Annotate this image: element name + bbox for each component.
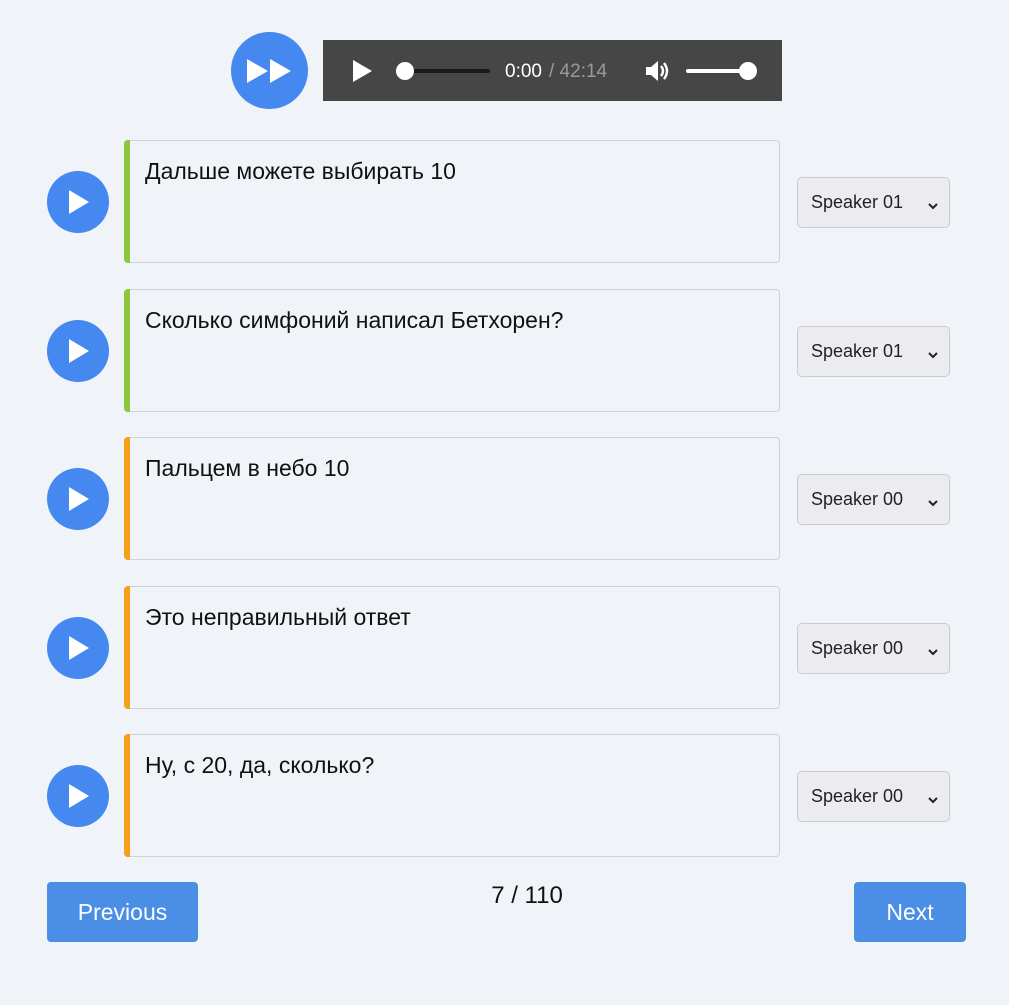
segment-play-button[interactable] xyxy=(47,320,109,382)
segment-text[interactable]: Это неправильный ответ xyxy=(145,604,411,631)
play-icon xyxy=(69,190,89,214)
segment-text-box[interactable]: Сколько симфоний написал Бетхорен? xyxy=(124,289,780,412)
segment-play-button[interactable] xyxy=(47,765,109,827)
speaker-accent-bar xyxy=(124,140,130,263)
speaker-select[interactable]: Speaker 00 xyxy=(797,474,950,525)
segment-text-box[interactable]: Пальцем в небо 10 xyxy=(124,437,780,560)
fast-forward-icon xyxy=(246,58,291,83)
speaker-accent-bar xyxy=(124,437,130,560)
progress-track[interactable] xyxy=(406,69,490,73)
speaker-select-value: Speaker 00 xyxy=(811,638,904,658)
next-button[interactable]: Next xyxy=(854,882,966,942)
speaker-select[interactable]: Speaker 01 xyxy=(797,177,950,228)
volume-knob[interactable] xyxy=(739,62,757,80)
page-indicator: 7 / 110 xyxy=(491,882,563,909)
total-time: / 42:14 xyxy=(549,61,608,82)
speaker-accent-bar xyxy=(124,586,130,709)
current-time: 0:00 xyxy=(505,61,542,82)
progress-knob[interactable] xyxy=(396,62,414,80)
segment-text[interactable]: Ну, с 20, да, сколько? xyxy=(145,752,374,779)
chevron-down-icon xyxy=(927,642,939,663)
speaker-select[interactable]: Speaker 01 xyxy=(797,326,950,377)
play-icon xyxy=(69,339,89,363)
segment-play-button[interactable] xyxy=(47,468,109,530)
chevron-down-icon xyxy=(927,196,939,217)
previous-button[interactable]: Previous xyxy=(47,882,198,942)
speaker-select[interactable]: Speaker 00 xyxy=(797,771,950,822)
speaker-select-value: Speaker 00 xyxy=(811,786,904,806)
speaker-select-value: Speaker 01 xyxy=(811,192,904,212)
play-icon xyxy=(69,487,89,511)
speaker-accent-bar xyxy=(124,289,130,412)
play-icon xyxy=(69,636,89,660)
segment-text[interactable]: Дальше можете выбирать 10 xyxy=(145,158,456,185)
segment-text-box[interactable]: Это неправильный ответ xyxy=(124,586,780,709)
segment-text[interactable]: Пальцем в небо 10 xyxy=(145,455,349,482)
segment-text[interactable]: Сколько симфоний написал Бетхорен? xyxy=(145,307,563,334)
segment-play-button[interactable] xyxy=(47,171,109,233)
audio-player: 0:00 / 42:14 xyxy=(323,40,782,101)
speaker-select-value: Speaker 00 xyxy=(811,489,904,509)
chevron-down-icon xyxy=(927,790,939,811)
speaker-select-value: Speaker 01 xyxy=(811,341,904,361)
chevron-down-icon xyxy=(927,493,939,514)
play-icon xyxy=(69,784,89,808)
speaker-accent-bar xyxy=(124,734,130,857)
chevron-down-icon xyxy=(927,345,939,366)
play-all-button[interactable] xyxy=(231,32,308,109)
segment-text-box[interactable]: Ну, с 20, да, сколько? xyxy=(124,734,780,857)
play-icon[interactable] xyxy=(351,59,373,83)
volume-icon[interactable] xyxy=(644,59,670,83)
segment-text-box[interactable]: Дальше можете выбирать 10 xyxy=(124,140,780,263)
speaker-select[interactable]: Speaker 00 xyxy=(797,623,950,674)
segment-play-button[interactable] xyxy=(47,617,109,679)
